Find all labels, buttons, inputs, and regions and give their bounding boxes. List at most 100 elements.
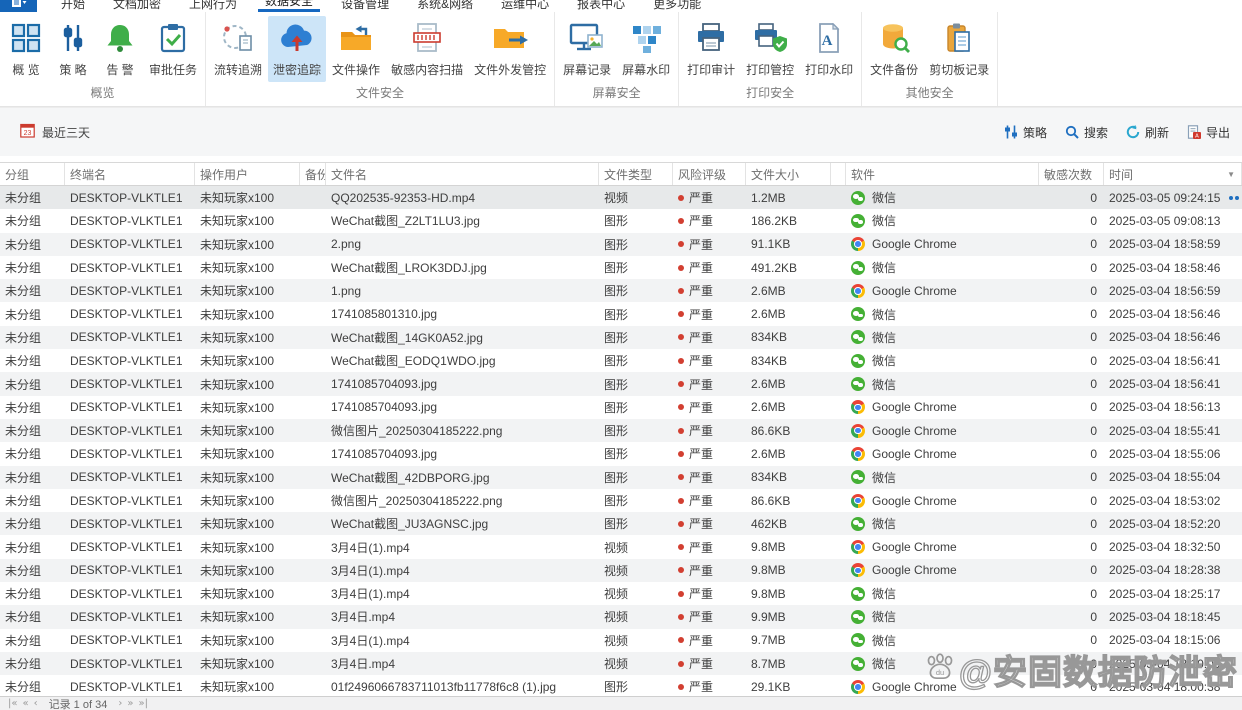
column-header-software[interactable]: 软件 <box>846 163 1039 185</box>
table-row[interactable]: 未分组DESKTOP-VLKTLE1未知玩家x1003月4日(1).mp4视频严… <box>0 629 1242 652</box>
app-menu-button[interactable] <box>0 0 37 12</box>
pager-first-icon[interactable]: |« <box>8 699 18 709</box>
table-row[interactable]: 未分组DESKTOP-VLKTLE1未知玩家x100WeChat截图_14GK0… <box>0 326 1242 349</box>
tab-5[interactable]: 设备管理 <box>334 0 396 12</box>
table-row[interactable]: 未分组DESKTOP-VLKTLE1未知玩家x100WeChat截图_JU3AG… <box>0 512 1242 535</box>
table-row[interactable]: 未分组DESKTOP-VLKTLE1未知玩家x100WeChat截图_Z2LT1… <box>0 209 1242 232</box>
table-row[interactable]: 未分组DESKTOP-VLKTLE1未知玩家x100WeChat截图_42DBP… <box>0 466 1242 489</box>
trace-flow-icon <box>220 21 256 55</box>
ribbon-button-label: 文件操作 <box>332 61 380 78</box>
ribbon-button-label: 屏幕水印 <box>622 61 670 78</box>
ribbon-button[interactable]: 告 警 <box>97 16 143 82</box>
search-button[interactable]: 搜索 <box>1065 124 1108 141</box>
table-row[interactable]: 未分组DESKTOP-VLKTLE1未知玩家x1003月4日.mp4视频严重9.… <box>0 605 1242 628</box>
table-row[interactable]: 未分组DESKTOP-VLKTLE1未知玩家x100微信图片_202503041… <box>0 489 1242 512</box>
sliders-button[interactable]: 策略 <box>1004 124 1047 141</box>
ribbon-button[interactable]: 泄密追踪 <box>268 16 326 82</box>
ribbon-button[interactable]: 打印管控 <box>741 16 799 82</box>
column-header-type[interactable]: 文件类型 <box>599 163 673 185</box>
svg-text:23: 23 <box>24 130 32 137</box>
cell-type: 图形 <box>599 396 673 419</box>
column-header-risk[interactable]: 风险评级 <box>673 163 746 185</box>
tab-6[interactable]: 系统&网络 <box>410 0 480 12</box>
cell-size: 462KB <box>746 512 831 535</box>
table-row[interactable]: 未分组DESKTOP-VLKTLE1未知玩家x1003月4日(1).mp4视频严… <box>0 559 1242 582</box>
table-row[interactable]: 未分组DESKTOP-VLKTLE1未知玩家x1001.png图形严重2.6MB… <box>0 279 1242 302</box>
table-row[interactable]: 未分组DESKTOP-VLKTLE1未知玩家x1001741085704093.… <box>0 396 1242 419</box>
table-row[interactable]: 未分组DESKTOP-VLKTLE1未知玩家x1001741085801310.… <box>0 302 1242 325</box>
table-row[interactable]: 未分组DESKTOP-VLKTLE1未知玩家x1001741085704093.… <box>0 372 1242 395</box>
pager-prev-icon[interactable]: ‹ <box>34 699 38 709</box>
cell-time: 2025-03-04 18:25:17 <box>1104 582 1242 605</box>
row-more-dots[interactable] <box>1229 196 1239 200</box>
ribbon-button[interactable]: 文件操作 <box>327 16 385 82</box>
column-header-count[interactable]: 敏感次数 <box>1039 163 1104 185</box>
table-row[interactable]: 未分组DESKTOP-VLKTLE1未知玩家x100WeChat截图_EODQ1… <box>0 349 1242 372</box>
cell-time: 2025-03-04 18:52:20 <box>1104 512 1242 535</box>
cell-count: 0 <box>1039 466 1104 489</box>
column-header-backup[interactable]: 备份 <box>300 163 326 185</box>
ribbon-button[interactable]: A打印水印 <box>800 16 858 82</box>
tab-8[interactable]: 报表中心 <box>570 0 632 12</box>
table-row[interactable]: 未分组DESKTOP-VLKTLE1未知玩家x1003月4日(1).mp4视频严… <box>0 582 1242 605</box>
pager-prev-page-icon[interactable]: « <box>23 699 29 709</box>
cell-backup <box>300 629 326 652</box>
cell-size: 9.8MB <box>746 535 831 558</box>
cell-terminal: DESKTOP-VLKTLE1 <box>65 372 195 395</box>
risk-label: 严重 <box>689 469 713 486</box>
table-row[interactable]: 未分组DESKTOP-VLKTLE1未知玩家x100微信图片_202503041… <box>0 419 1242 442</box>
tab-1[interactable]: 开始 <box>54 0 92 12</box>
tab-4[interactable]: 数据安全 <box>258 0 320 12</box>
tab-9[interactable]: 更多功能 <box>646 0 708 12</box>
ribbon-button[interactable]: 打印审计 <box>682 16 740 82</box>
ribbon-button[interactable]: 屏幕水印 <box>617 16 675 82</box>
tab-7[interactable]: 运维中心 <box>494 0 556 12</box>
table-row[interactable]: 未分组DESKTOP-VLKTLE1未知玩家x100WeChat截图_LROK3… <box>0 256 1242 279</box>
date-filter-button[interactable]: 23 最近三天 <box>20 123 90 141</box>
cell-software: 微信 <box>846 372 1039 395</box>
refresh-button[interactable]: 刷新 <box>1126 124 1169 141</box>
table-row[interactable]: 未分组DESKTOP-VLKTLE1未知玩家x100QQ202535-92353… <box>0 186 1242 209</box>
table-row[interactable]: 未分组DESKTOP-VLKTLE1未知玩家x10001f24960667837… <box>0 675 1242 696</box>
column-header-spacer[interactable] <box>831 163 846 185</box>
column-header-file[interactable]: 文件名 <box>326 163 599 185</box>
ribbon-button[interactable]: 剪切板记录 <box>924 16 994 82</box>
cell-spacer <box>831 489 846 512</box>
screen-watermark-icon <box>629 21 663 55</box>
ribbon-button[interactable]: 流转追溯 <box>209 16 267 82</box>
chrome-icon <box>851 494 865 508</box>
ribbon-button[interactable]: 策 略 <box>50 16 96 82</box>
ribbon-tab-bar: 开始 文档加密 上网行为 数据安全 设备管理 系统&网络 运维中心 报表中心 更多功能 <box>0 0 1242 12</box>
column-filter-icon[interactable]: ▼ <box>1227 170 1235 179</box>
cell-count: 0 <box>1039 652 1104 675</box>
ribbon-button[interactable]: 屏幕记录 <box>558 16 616 82</box>
tab-2[interactable]: 文档加密 <box>106 0 168 12</box>
ribbon-button[interactable]: 文件外发管控 <box>469 16 551 82</box>
column-header-size[interactable]: 文件大小 <box>746 163 831 185</box>
column-header-group[interactable]: 分组 <box>0 163 65 185</box>
table-row[interactable]: 未分组DESKTOP-VLKTLE1未知玩家x1003月4日(1).mp4视频严… <box>0 535 1242 558</box>
column-header-time[interactable]: 时间▼ <box>1104 163 1242 185</box>
ribbon-button[interactable]: 审批任务 <box>144 16 202 82</box>
cell-file: 01f2496066783711013fb11778f6c8 (1).jpg <box>326 675 599 696</box>
ribbon-button[interactable]: 文件备份 <box>865 16 923 82</box>
table-row[interactable]: 未分组DESKTOP-VLKTLE1未知玩家x1001741085704093.… <box>0 442 1242 465</box>
tab-3[interactable]: 上网行为 <box>182 0 244 12</box>
cell-time: 2025-03-04 18:56:41 <box>1104 372 1242 395</box>
ribbon-group-buttons: 文件备份剪切板记录 <box>865 12 994 82</box>
ribbon-button[interactable]: 敏感内容扫描 <box>386 16 468 82</box>
cell-count: 0 <box>1039 675 1104 696</box>
cell-risk: 严重 <box>673 512 746 535</box>
pager-next-page-icon[interactable]: » <box>127 699 133 709</box>
export-button[interactable]: A导出 <box>1187 124 1230 141</box>
risk-label: 严重 <box>689 608 713 625</box>
ribbon-button[interactable]: 概 览 <box>3 16 49 82</box>
cell-backup <box>300 652 326 675</box>
table-row[interactable]: 未分组DESKTOP-VLKTLE1未知玩家x1002.png图形严重91.1K… <box>0 233 1242 256</box>
table-row[interactable]: 未分组DESKTOP-VLKTLE1未知玩家x1003月4日.mp4视频严重8.… <box>0 652 1242 675</box>
cell-count: 0 <box>1039 326 1104 349</box>
column-header-terminal[interactable]: 终端名 <box>65 163 195 185</box>
pager-last-icon[interactable]: »| <box>138 699 148 709</box>
column-header-user[interactable]: 操作用户 <box>195 163 300 185</box>
pager-next-icon[interactable]: › <box>118 699 122 709</box>
